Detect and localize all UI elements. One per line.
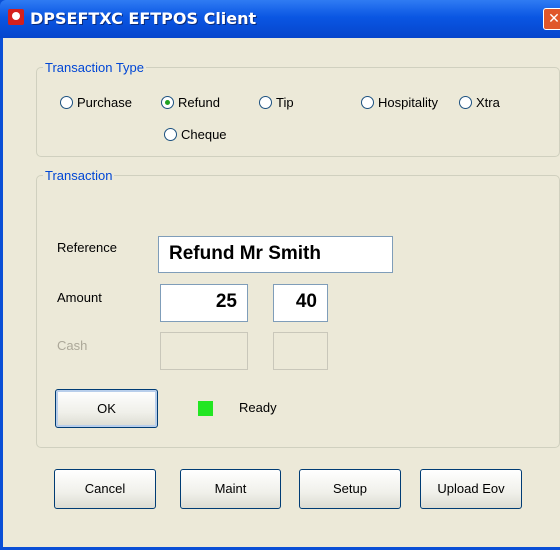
amount-dollars-input[interactable]: 25 [160, 284, 248, 322]
transaction-legend: Transaction [45, 168, 113, 183]
window-title: DPSEFTXC EFTPOS Client [30, 9, 257, 28]
upload-eov-button[interactable]: Upload Eov [420, 469, 522, 509]
radio-tip-label: Tip [276, 95, 294, 110]
app-icon [8, 9, 24, 25]
amount-label: Amount [57, 290, 102, 305]
radio-refund[interactable]: Refund [161, 95, 220, 110]
status-text: Ready [239, 400, 277, 415]
radio-button-icon [164, 128, 177, 141]
radio-hospitality[interactable]: Hospitality [361, 95, 438, 110]
radio-cheque-label: Cheque [181, 127, 227, 142]
radio-purchase[interactable]: Purchase [60, 95, 132, 110]
radio-cheque[interactable]: Cheque [164, 127, 227, 142]
radio-refund-label: Refund [178, 95, 220, 110]
close-button[interactable]: ✕ [543, 8, 560, 30]
cash-dollars-input [160, 332, 248, 370]
ok-button[interactable]: OK [55, 389, 158, 428]
radio-button-icon [60, 96, 73, 109]
radio-button-icon [361, 96, 374, 109]
client-area: Transaction Type Purchase Refund Tip Hos… [3, 38, 560, 547]
main-window: DPSEFTXC EFTPOS Client ✕ Transaction Typ… [0, 0, 560, 550]
amount-cents-input[interactable]: 40 [273, 284, 328, 322]
radio-purchase-label: Purchase [77, 95, 132, 110]
setup-button[interactable]: Setup [299, 469, 401, 509]
radio-tip[interactable]: Tip [259, 95, 294, 110]
cash-cents-input [273, 332, 328, 370]
title-bar[interactable]: DPSEFTXC EFTPOS Client ✕ [0, 0, 560, 38]
reference-label: Reference [57, 240, 117, 255]
radio-button-icon [161, 96, 174, 109]
cash-label: Cash [57, 338, 88, 353]
radio-xtra[interactable]: Xtra [459, 95, 500, 110]
radio-button-icon [259, 96, 272, 109]
status-indicator [198, 401, 213, 416]
cancel-button[interactable]: Cancel [54, 469, 156, 509]
transaction-type-legend: Transaction Type [45, 60, 144, 75]
radio-hospitality-label: Hospitality [378, 95, 438, 110]
radio-button-icon [459, 96, 472, 109]
maint-button[interactable]: Maint [180, 469, 281, 509]
radio-xtra-label: Xtra [476, 95, 500, 110]
reference-input[interactable]: Refund Mr Smith [158, 236, 393, 273]
